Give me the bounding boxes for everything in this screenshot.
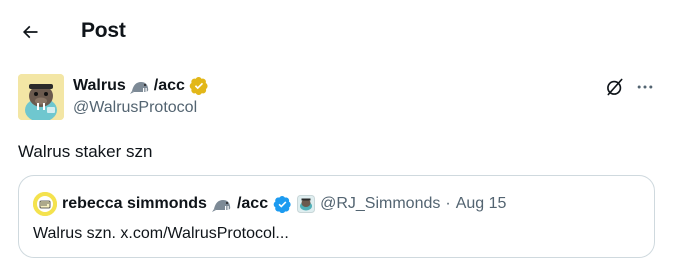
page-title: Post bbox=[81, 19, 126, 42]
quoted-author-name-suffix: /acc bbox=[236, 195, 269, 212]
back-button[interactable] bbox=[14, 16, 46, 48]
meta-separator: · bbox=[445, 195, 451, 212]
quoted-author-name[interactable]: rebecca simmonds bbox=[62, 195, 207, 213]
grok-icon bbox=[607, 78, 623, 96]
quoted-avatar-image bbox=[33, 192, 57, 216]
author-avatar[interactable] bbox=[18, 74, 64, 120]
author-name-suffix: /acc bbox=[153, 77, 185, 94]
walrus-emoji-icon bbox=[129, 77, 150, 95]
arrow-left-icon bbox=[22, 25, 38, 39]
quoted-author-avatar[interactable] bbox=[33, 192, 57, 216]
more-options-button[interactable] bbox=[634, 76, 656, 98]
quoted-author-handle[interactable]: @RJ_Simmonds bbox=[320, 195, 440, 213]
verified-gold-icon bbox=[189, 76, 209, 96]
more-icon bbox=[637, 85, 653, 89]
walrus-avatar-image bbox=[18, 74, 64, 120]
page-header: Post bbox=[0, 0, 688, 64]
author-name-row[interactable]: Walrus /acc bbox=[73, 76, 209, 96]
author-handle[interactable]: @WalrusProtocol bbox=[73, 99, 197, 117]
author-name[interactable]: Walrus bbox=[73, 77, 126, 95]
quoted-post-card[interactable]: rebecca simmonds /acc @RJ_Simmonds · Aug… bbox=[18, 175, 655, 258]
post-page: Post Walrus /acc @WalrusProtocol Walrus … bbox=[0, 0, 688, 276]
quoted-post-date[interactable]: Aug 15 bbox=[456, 195, 507, 213]
quoted-post-text: Walrus szn. x.com/WalrusProtocol... bbox=[33, 225, 289, 242]
walrus-emoji-icon bbox=[211, 195, 232, 213]
quoted-post-header: rebecca simmonds /acc @RJ_Simmonds · Aug… bbox=[33, 192, 507, 216]
affiliate-badge-icon[interactable] bbox=[297, 195, 316, 213]
verified-blue-icon bbox=[273, 195, 292, 214]
post-text: Walrus staker szn bbox=[18, 142, 153, 161]
grok-button[interactable] bbox=[604, 76, 626, 98]
